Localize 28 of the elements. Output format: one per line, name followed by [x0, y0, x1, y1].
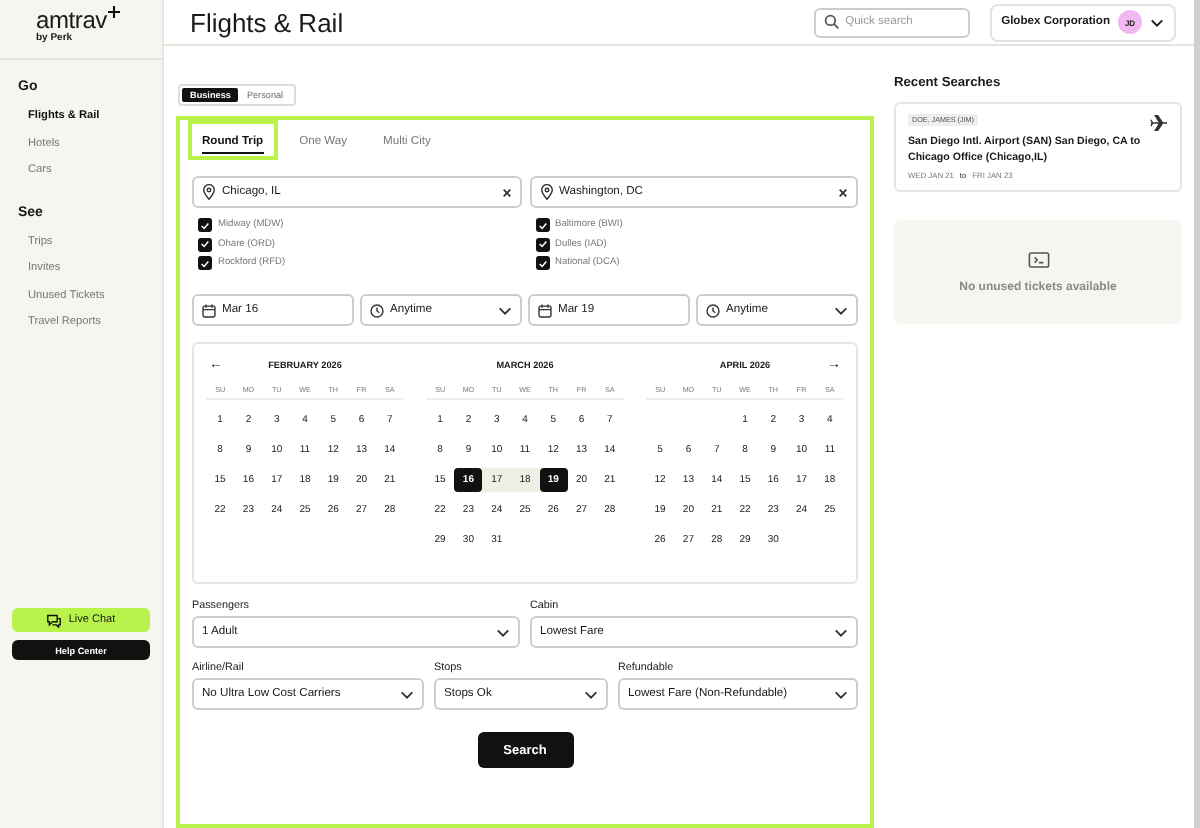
page-title: Flights & Rail [190, 7, 346, 37]
checkbox[interactable] [535, 218, 549, 232]
chevron-down-icon [834, 689, 848, 699]
chevron-down-icon [584, 689, 598, 699]
clock-icon [706, 303, 720, 317]
chevron-down-icon [834, 305, 848, 315]
chevron-down-icon [834, 627, 848, 637]
airplane-icon [1150, 114, 1168, 132]
checkbox[interactable] [535, 237, 549, 251]
checkbox[interactable] [198, 218, 212, 232]
location-pin-icon [202, 184, 216, 200]
chevron-down-icon [1150, 17, 1164, 27]
calendar-icon [538, 303, 552, 317]
chevron-down-icon [496, 627, 510, 637]
checkbox[interactable] [535, 256, 549, 270]
plus-icon [108, 6, 121, 18]
checkbox[interactable] [198, 237, 212, 251]
chevron-down-icon [498, 305, 512, 315]
calendar-icon [202, 303, 216, 317]
close-icon[interactable] [838, 187, 848, 197]
checkbox[interactable] [198, 256, 212, 270]
close-icon[interactable] [501, 187, 511, 197]
clock-icon [370, 303, 384, 317]
location-pin-icon [539, 184, 553, 200]
search-icon [823, 14, 840, 30]
logo: amtrav [36, 8, 107, 32]
chat-icon [46, 613, 63, 627]
chevron-down-icon [400, 689, 414, 699]
